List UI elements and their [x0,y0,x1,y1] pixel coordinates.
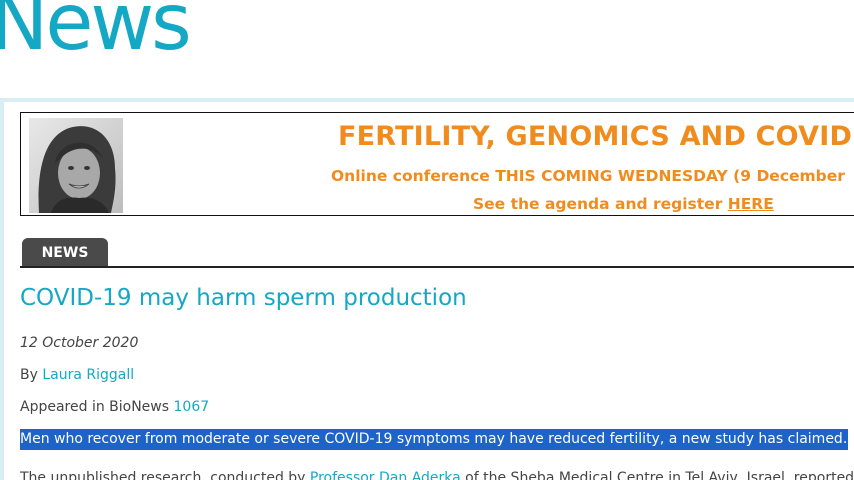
article-date: 12 October 2020 [20,335,139,351]
site-logo[interactable]: News [0,0,192,62]
speaker-portrait [29,118,123,213]
banner-subtitle: Online conference THIS COMING WEDNESDAY … [331,167,845,185]
author-link[interactable]: Laura Riggall [42,367,134,383]
appeared-in: Appeared in BioNews 1067 [20,399,209,415]
register-here-link[interactable]: HERE [728,195,774,213]
para-suffix: of the Sheba Medical Centre in Tel Aviv,… [460,470,854,480]
register-prefix: See the agenda and register [473,195,728,213]
banner-register-line: See the agenda and register HERE [473,195,774,213]
para-prefix: The unpublished research, conducted by [20,470,310,480]
article-lede-selected[interactable]: Men who recover from moderate or severe … [20,429,849,450]
issue-link[interactable]: 1067 [174,399,210,415]
byline-prefix: By [20,367,43,383]
article-headline: COVID-19 may harm sperm production [20,285,467,311]
researcher-link[interactable]: Professor Dan Aderka [310,470,461,480]
appeared-prefix: Appeared in BioNews [20,399,174,415]
header-divider [0,98,854,102]
page: News FERTILITY, GENOMICS AND COVID Onlin… [0,0,854,480]
tab-news[interactable]: NEWS [22,238,108,268]
left-border [0,98,4,480]
article-byline: By Laura Riggall [20,367,134,383]
tab-underline [20,266,854,268]
banner-title: FERTILITY, GENOMICS AND COVID [338,121,853,152]
conference-banner[interactable]: FERTILITY, GENOMICS AND COVID Online con… [20,112,854,216]
article-paragraph: The unpublished research, conducted by P… [20,468,854,480]
